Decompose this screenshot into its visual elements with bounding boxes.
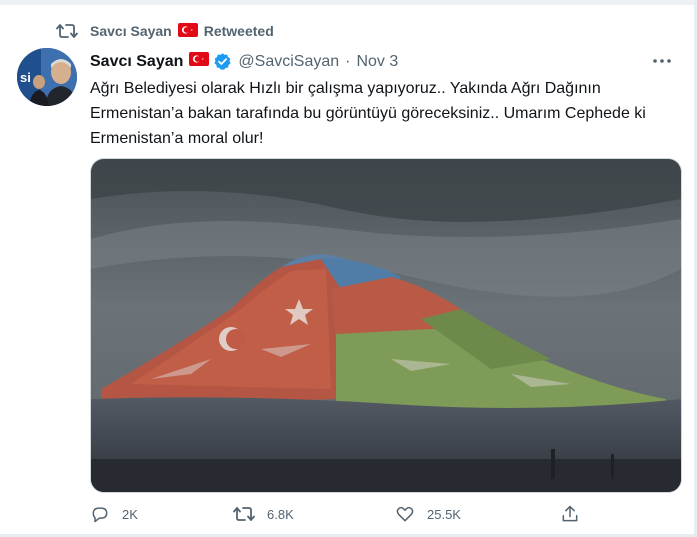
share-button[interactable]: [560, 504, 592, 524]
reply-button[interactable]: 2K: [90, 504, 138, 524]
retweet-count: 6.8K: [267, 506, 294, 522]
author-handle[interactable]: @SavciSayan: [238, 53, 339, 71]
retweeted-label: Retweeted: [203, 23, 274, 39]
verified-badge-icon: [213, 52, 232, 71]
tweet-image[interactable]: [90, 158, 682, 493]
share-icon: [562, 505, 578, 522]
like-button[interactable]: 25.5K: [395, 504, 461, 524]
turkey-flag-icon: [177, 22, 198, 40]
more-dots-icon[interactable]: [650, 52, 674, 70]
retweet-banner: Savcı Sayan Retweeted: [56, 20, 274, 42]
turkey-flag-icon: [189, 52, 210, 71]
reply-icon: [92, 507, 108, 523]
tweet-actions: 2K 6.8K 25.5K: [90, 502, 590, 526]
avatar[interactable]: si: [17, 48, 77, 106]
svg-text:si: si: [20, 70, 31, 85]
retweet-icon: [56, 20, 78, 42]
tweet-date[interactable]: Nov 3: [356, 53, 398, 71]
author-name[interactable]: Savcı Sayan: [90, 53, 183, 71]
heart-icon: [396, 506, 414, 522]
retweeter-name[interactable]: Savcı Sayan: [90, 23, 172, 39]
like-count: 25.5K: [427, 506, 461, 522]
retweet-button[interactable]: 6.8K: [233, 504, 294, 524]
tweet-text: Ağrı Belediyesi olarak Hızlı bir çalışma…: [90, 80, 646, 147]
retweet-icon: [233, 507, 255, 521]
dot-separator: ·: [345, 52, 351, 70]
tweet-header: Savcı Sayan @SavciSayan · Nov 3: [90, 52, 398, 71]
reply-count: 2K: [122, 506, 138, 522]
top-divider: [0, 0, 697, 5]
